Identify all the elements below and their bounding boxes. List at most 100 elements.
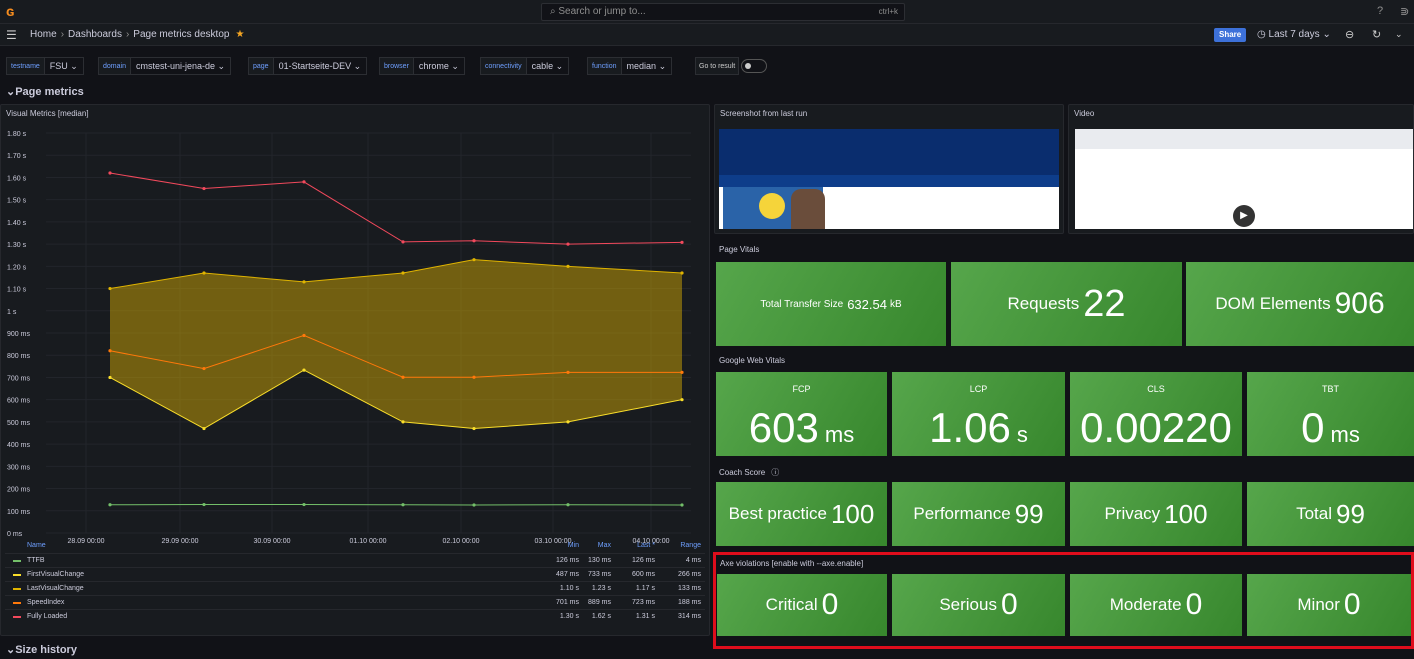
data-point bbox=[302, 368, 306, 372]
panel-title: Screenshot from last run bbox=[720, 109, 808, 118]
legend-value: 4 ms bbox=[685, 557, 701, 564]
legend-row[interactable]: FirstVisualChange 487 ms 733 ms 600 ms 266 m… bbox=[5, 567, 705, 581]
var-domain[interactable]: domain cmstest-uni-jena-de ⌄ bbox=[98, 57, 232, 75]
info-icon[interactable]: ⓘ bbox=[771, 468, 779, 477]
go-to-result-toggle[interactable] bbox=[741, 59, 767, 73]
video-player[interactable]: ▶ bbox=[1075, 129, 1413, 229]
y-tick-label: 1.50 s bbox=[7, 198, 27, 205]
video-panel: Video ▶ bbox=[1068, 104, 1414, 234]
var-value[interactable]: 01-Startseite-DEV ⌄ bbox=[272, 57, 368, 75]
play-icon[interactable]: ▶ bbox=[1233, 205, 1255, 227]
highlight-frame bbox=[713, 552, 1414, 649]
stat-label: Total bbox=[1296, 504, 1332, 523]
go-to-result-label: Go to result bbox=[695, 57, 740, 75]
row-page-metrics[interactable]: ⌄Page metrics bbox=[6, 85, 84, 98]
data-point bbox=[680, 240, 684, 244]
legend-header-range: Range bbox=[680, 542, 701, 549]
stat-unit: kB bbox=[889, 298, 902, 310]
nav-bar: ☰ Home › Dashboards › Page metrics desktop ★ … bbox=[0, 24, 1414, 46]
chevron-down-icon: ⌄ bbox=[1319, 29, 1331, 40]
var-value[interactable]: median ⌄ bbox=[620, 57, 673, 75]
data-point bbox=[472, 239, 476, 243]
breadcrumb-home[interactable]: Home bbox=[30, 29, 57, 40]
legend-header-last: Last * bbox=[637, 542, 655, 549]
requests-stat: Requests 22 bbox=[951, 262, 1182, 346]
row-size-history[interactable]: ⌄Size history bbox=[6, 643, 77, 656]
total-stat: Total 99 bbox=[1247, 482, 1414, 546]
var-label: function bbox=[587, 57, 621, 75]
var-value[interactable]: FSU ⌄ bbox=[43, 57, 84, 75]
y-tick-label: 1.40 s bbox=[7, 220, 27, 227]
var-testname[interactable]: testname FSU ⌄ bbox=[6, 57, 84, 75]
screenshot-image[interactable] bbox=[719, 129, 1059, 229]
legend-value: 723 ms bbox=[632, 599, 655, 606]
legend-swatch bbox=[13, 616, 21, 618]
data-point bbox=[401, 375, 405, 379]
news-icon[interactable]: ⋑ bbox=[1400, 5, 1409, 18]
web-vitals-title: Google Web Vitals bbox=[719, 356, 785, 365]
var-value[interactable]: chrome ⌄ bbox=[412, 57, 465, 75]
stat-label: LCP bbox=[969, 384, 988, 394]
var-function[interactable]: function median ⌄ bbox=[587, 57, 673, 75]
time-range-picker[interactable]: ◷ Last 7 days ⌄ bbox=[1257, 29, 1331, 40]
best-practice-stat: Best practice 100 bbox=[716, 482, 887, 546]
data-point bbox=[680, 398, 684, 402]
data-point bbox=[401, 240, 405, 244]
legend-value: 266 ms bbox=[678, 571, 701, 578]
search-input[interactable]: ⌕ Search or jump to... ctrl+k bbox=[541, 3, 905, 21]
stat-value: 22 bbox=[1083, 282, 1126, 325]
stat-value: 99 bbox=[1336, 498, 1365, 529]
legend-row[interactable]: SpeedIndex 701 ms 889 ms 723 ms 188 ms bbox=[5, 595, 705, 609]
menu-icon[interactable]: ☰ bbox=[6, 29, 17, 41]
legend-swatch bbox=[13, 560, 21, 562]
y-tick-label: 600 ms bbox=[7, 398, 30, 405]
y-tick-label: 1.30 s bbox=[7, 242, 27, 249]
legend-value: 1.17 s bbox=[635, 585, 655, 592]
var-page[interactable]: page 01-Startseite-DEV ⌄ bbox=[248, 57, 368, 75]
stat-label: Requests bbox=[1007, 294, 1080, 313]
panel-title: Visual Metrics [median] bbox=[6, 109, 89, 118]
data-point bbox=[202, 366, 206, 371]
y-tick-label: 200 ms bbox=[7, 487, 30, 494]
legend-swatch bbox=[13, 602, 21, 604]
var-label: testname bbox=[6, 57, 44, 75]
y-tick-label: 300 ms bbox=[7, 464, 30, 471]
cls-stat: CLS 0.00220 bbox=[1070, 372, 1242, 456]
share-button[interactable]: Share bbox=[1214, 28, 1247, 42]
stat-value: 100 bbox=[830, 498, 875, 529]
var-browser[interactable]: browser chrome ⌄ bbox=[379, 57, 465, 75]
legend-series-name: LastVisualChange bbox=[27, 585, 84, 592]
y-tick-label: 800 ms bbox=[7, 353, 30, 360]
legend-row[interactable]: LastVisualChange 1.10 s 1.23 s 1.17 s 133 ms bbox=[5, 581, 705, 595]
refresh-interval-chevron-icon[interactable]: ⌄ bbox=[1395, 29, 1403, 40]
data-point bbox=[566, 370, 570, 374]
data-point bbox=[566, 264, 570, 268]
refresh-icon[interactable]: ↻ bbox=[1372, 28, 1381, 41]
stat-label: FCP bbox=[792, 384, 811, 394]
coach-score-title: Coach Score ⓘ bbox=[719, 468, 780, 477]
stat-value: 1.06 s bbox=[929, 404, 1028, 451]
legend-swatch bbox=[13, 588, 21, 590]
legend-value: 130 ms bbox=[588, 557, 611, 564]
privacy-stat: Privacy 100 bbox=[1070, 482, 1242, 546]
stat-label: DOM Elements bbox=[1215, 294, 1331, 313]
page-vitals-title: Page Vitals bbox=[719, 245, 760, 254]
var-label: connectivity bbox=[480, 57, 526, 75]
star-icon[interactable]: ★ bbox=[235, 29, 244, 40]
data-point bbox=[472, 375, 476, 379]
help-icon[interactable]: ? bbox=[1377, 5, 1383, 17]
stat-value: 603 ms bbox=[748, 404, 855, 451]
legend-value: 314 ms bbox=[678, 613, 701, 620]
data-point bbox=[566, 242, 570, 246]
legend-row[interactable]: Fully Loaded 1.30 s 1.62 s 1.31 s 314 ms bbox=[5, 609, 705, 623]
var-value[interactable]: cmstest-uni-jena-de ⌄ bbox=[129, 57, 232, 75]
breadcrumb-dashboards[interactable]: Dashboards bbox=[68, 29, 122, 40]
dom-elements-stat: DOM Elements 906 bbox=[1186, 262, 1414, 346]
legend-row[interactable]: TTFB 126 ms 130 ms 126 ms 4 ms bbox=[5, 553, 705, 567]
grafana-logo-icon[interactable]: ɢ bbox=[6, 4, 20, 18]
var-connectivity[interactable]: connectivity cable ⌄ bbox=[480, 57, 570, 75]
zoom-out-icon[interactable]: ⊖ bbox=[1345, 28, 1354, 41]
var-value[interactable]: cable ⌄ bbox=[525, 57, 570, 75]
legend-header-name: Name bbox=[27, 542, 46, 549]
var-label: domain bbox=[98, 57, 130, 75]
